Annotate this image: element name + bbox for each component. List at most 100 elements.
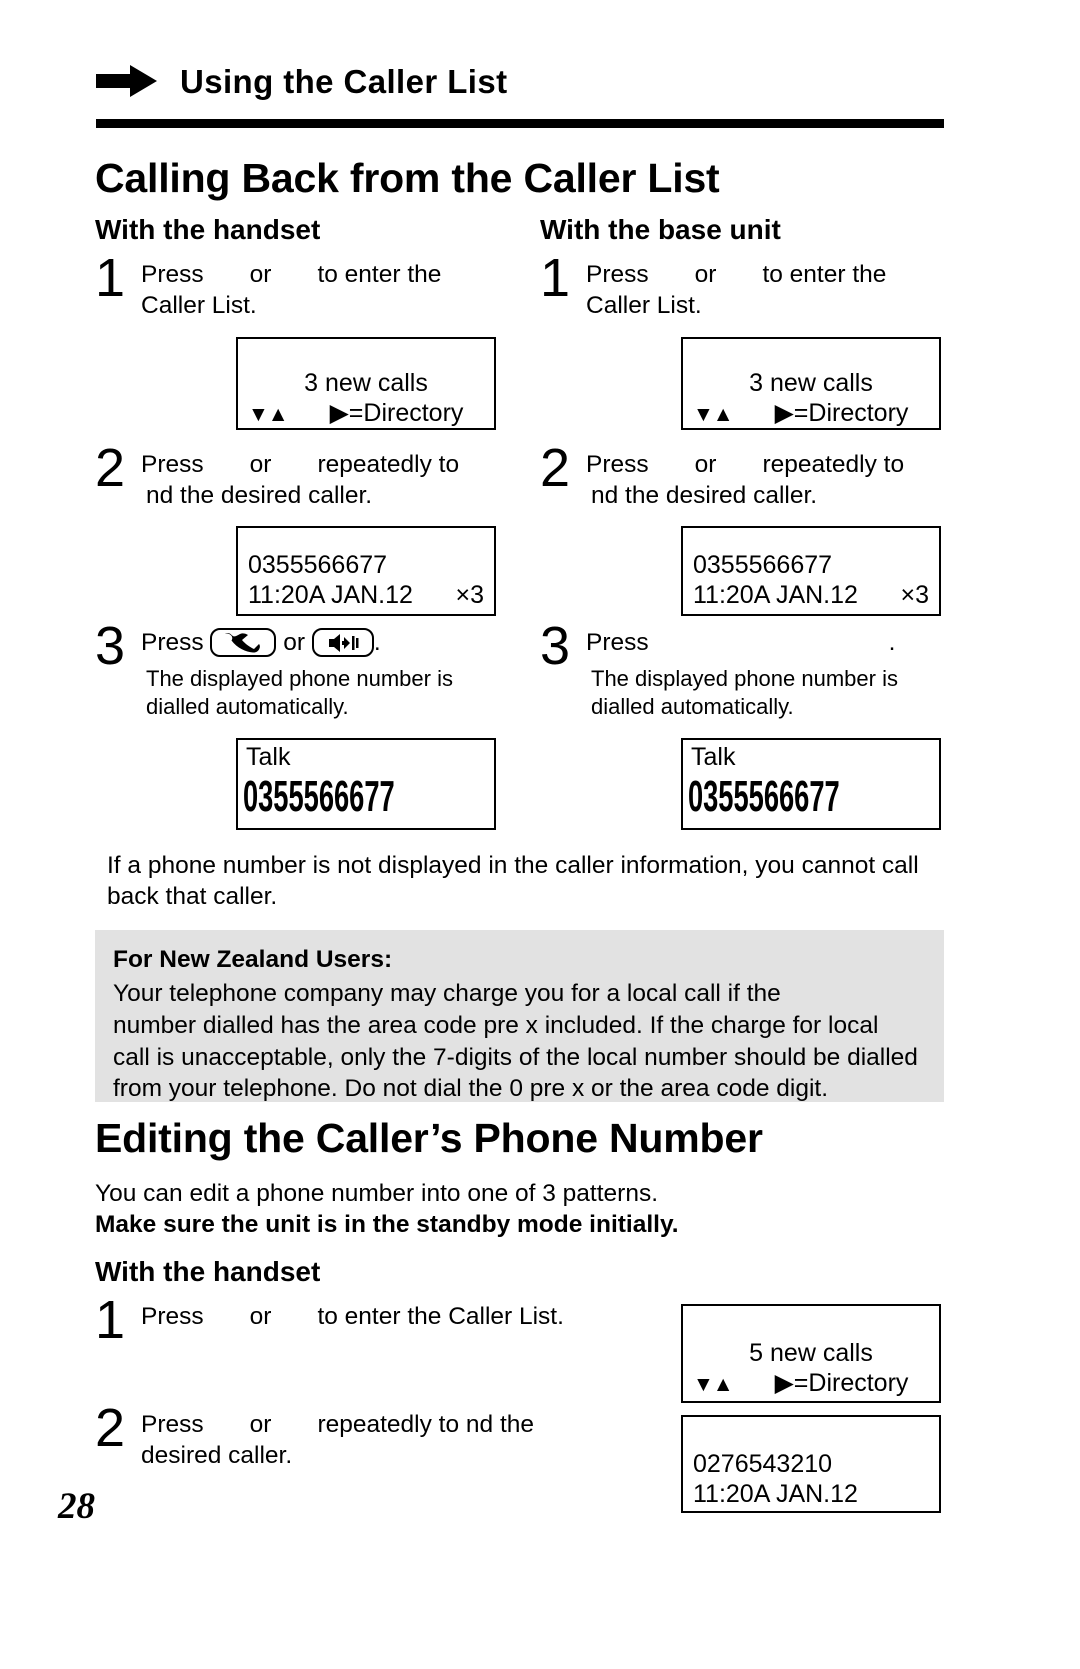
- step-note-line1: The displayed phone number is: [146, 665, 453, 691]
- base-display-talk: Talk 0355566677: [681, 738, 941, 830]
- base-display-new-calls: 3 new calls ▼▲ ▶=Directory: [681, 337, 941, 430]
- header-rule: [96, 119, 944, 128]
- step-text-after: to enter the: [317, 261, 442, 288]
- display-timestamp: 11:20A JAN.12: [693, 1480, 858, 1508]
- display-phone-number: 0355566677: [248, 551, 388, 579]
- handset-step-2: 2 Press or repeatedly to nd the desired ca…: [95, 441, 515, 512]
- step-text-mid: or: [694, 261, 717, 288]
- step-text-mid: or: [249, 261, 272, 288]
- display-timestamp: 11:20A JAN.12: [693, 581, 858, 609]
- step-text: Press or repeatedly to nd the desired call…: [141, 1410, 534, 1472]
- section-2-intro: You can edit a phone number into one of …: [95, 1178, 945, 1241]
- directory-hint: ▶=Directory: [774, 399, 909, 427]
- display-line-1: 5 new calls: [749, 1339, 873, 1367]
- edit-step-1: 1 Press or to enter the Caller List.: [95, 1293, 655, 1347]
- base-step-2: 2 Press or repeatedly to nd the desired ca…: [540, 441, 960, 512]
- step-number: 3: [540, 616, 571, 676]
- step-text: Press or to enter the Caller List.: [141, 260, 441, 322]
- handset-display-new-calls: 3 new calls ▼▲ ▶=Directory: [236, 337, 496, 430]
- step-text: Press or repeatedly to nd the desired call…: [586, 450, 904, 512]
- note-line-1: Your telephone company may charge you fo…: [113, 979, 781, 1007]
- section-2-heading: Editing the Caller’s Phone Number: [95, 1115, 763, 1161]
- updown-arrows-icon: ▼▲: [693, 1373, 734, 1396]
- step-text-after: .: [373, 629, 381, 656]
- step-number: 2: [540, 438, 571, 498]
- step-number: 1: [540, 248, 571, 308]
- step-text-mid: or: [249, 1411, 272, 1438]
- section-1-heading: Calling Back from the Caller List: [95, 155, 720, 201]
- directory-hint: ▶=Directory: [329, 399, 464, 427]
- manual-page: Using the Caller List Calling Back from …: [0, 0, 1080, 1669]
- base-step-1: 1 Press or to enter the Caller List.: [540, 251, 960, 322]
- step-note-line2: dialled automatically.: [591, 693, 794, 719]
- step-text-before: Press: [141, 451, 204, 478]
- step-text-before: Press: [586, 629, 649, 656]
- note-box-title: For New Zealand Users:: [113, 946, 393, 973]
- step-text: Press.: [586, 628, 898, 659]
- display-line-2: ▼▲ ▶=Directory: [683, 1369, 939, 1397]
- step-text-line2: desired caller.: [141, 1441, 293, 1469]
- display-time-count: 11:20A JAN.12 ×3: [238, 581, 494, 609]
- step-number: 2: [95, 438, 126, 498]
- note-line-4: from your telephone. Do not dial the 0 p…: [113, 1075, 829, 1103]
- callback-footnote: If a phone number is not displayed in th…: [107, 852, 919, 911]
- note-box-body: Your telephone company may charge you fo…: [113, 978, 926, 1105]
- step-number: 2: [95, 1398, 126, 1458]
- handset-step-3: 3 Press or . The displayed phone number …: [95, 619, 525, 720]
- step-text-after: to enter the: [762, 261, 887, 288]
- step-text-before: Press: [586, 261, 649, 288]
- directory-hint: ▶=Directory: [774, 1369, 909, 1397]
- display-line-2: ▼▲ ▶=Directory: [238, 399, 494, 427]
- display-phone-number: 0276543210: [693, 1450, 833, 1478]
- updown-arrows-icon: ▼▲: [693, 403, 734, 426]
- handset-display-talk: Talk 0355566677: [236, 738, 496, 830]
- new-zealand-note-box: For New Zealand Users: Your telephone co…: [95, 930, 944, 1102]
- step-note-line2: dialled automatically.: [146, 693, 349, 719]
- step-text-before: Press: [141, 1411, 204, 1438]
- display-status-talk: Talk: [691, 743, 736, 771]
- display-timestamp: 11:20A JAN.12: [248, 581, 413, 609]
- step-text-mid: or: [249, 1303, 272, 1330]
- step-text-mid: or: [694, 451, 717, 478]
- step-text: Press or to enter the Caller List.: [141, 1302, 564, 1333]
- edit-step-2: 2 Press or repeatedly to nd the desired ca…: [95, 1401, 655, 1472]
- display-line-1: 3 new calls: [749, 369, 873, 397]
- display-phone-number: 0355566677: [693, 551, 833, 579]
- speakerphone-key-icon[interactable]: [311, 628, 374, 657]
- page-number: 28: [58, 1486, 95, 1527]
- updown-arrows-icon: ▼▲: [248, 403, 289, 426]
- running-head-title: Using the Caller List: [180, 62, 508, 100]
- edit-display-caller-info: 0276543210 11:20A JAN.12: [681, 1415, 941, 1513]
- display-status-talk: Talk: [246, 743, 291, 771]
- step-text-mid: or: [283, 629, 306, 656]
- step-text: Press or repeatedly to nd the desired call…: [141, 450, 459, 512]
- display-call-count: ×3: [900, 581, 929, 609]
- step-number: 3: [95, 616, 126, 676]
- display-time-count: 11:20A JAN.12 ×3: [683, 581, 939, 609]
- subheading-with-the-base-unit: With the base unit: [540, 214, 781, 245]
- note-line-2: number dialled has the area code pre x i…: [113, 1011, 879, 1039]
- section-2-subheading: With the handset: [95, 1256, 321, 1287]
- step-text-before: Press: [141, 1303, 204, 1330]
- step-number: 1: [95, 1290, 126, 1350]
- edit-display-new-calls: 5 new calls ▼▲ ▶=Directory: [681, 1304, 941, 1403]
- handset-display-caller-info: 0355566677 11:20A JAN.12 ×3: [236, 526, 496, 616]
- step-text-after: to enter the Caller List.: [317, 1303, 564, 1330]
- step-text-after: repeatedly to: [762, 451, 905, 478]
- display-dialled-number: 0355566677: [242, 772, 395, 821]
- step-text-mid: or: [249, 451, 272, 478]
- base-display-caller-info: 0355566677 11:20A JAN.12 ×3: [681, 526, 941, 616]
- step-text-before: Press: [141, 629, 204, 656]
- running-head: Using the Caller List: [96, 64, 944, 98]
- display-dialled-number: 0355566677: [687, 772, 840, 821]
- step-text-after: repeatedly to nd the: [317, 1411, 535, 1438]
- display-call-count: ×3: [455, 581, 484, 609]
- step-text-line2: Caller List.: [586, 291, 702, 319]
- talk-key-icon[interactable]: [210, 628, 277, 657]
- display-line-2: ▼▲ ▶=Directory: [683, 399, 939, 427]
- right-arrow-icon: [96, 64, 158, 98]
- step-number: 1: [95, 248, 126, 308]
- step-text: Press or .: [141, 628, 453, 659]
- step-text-line2: nd the desired caller.: [591, 481, 818, 509]
- step-text-line2: nd the desired caller.: [146, 481, 373, 509]
